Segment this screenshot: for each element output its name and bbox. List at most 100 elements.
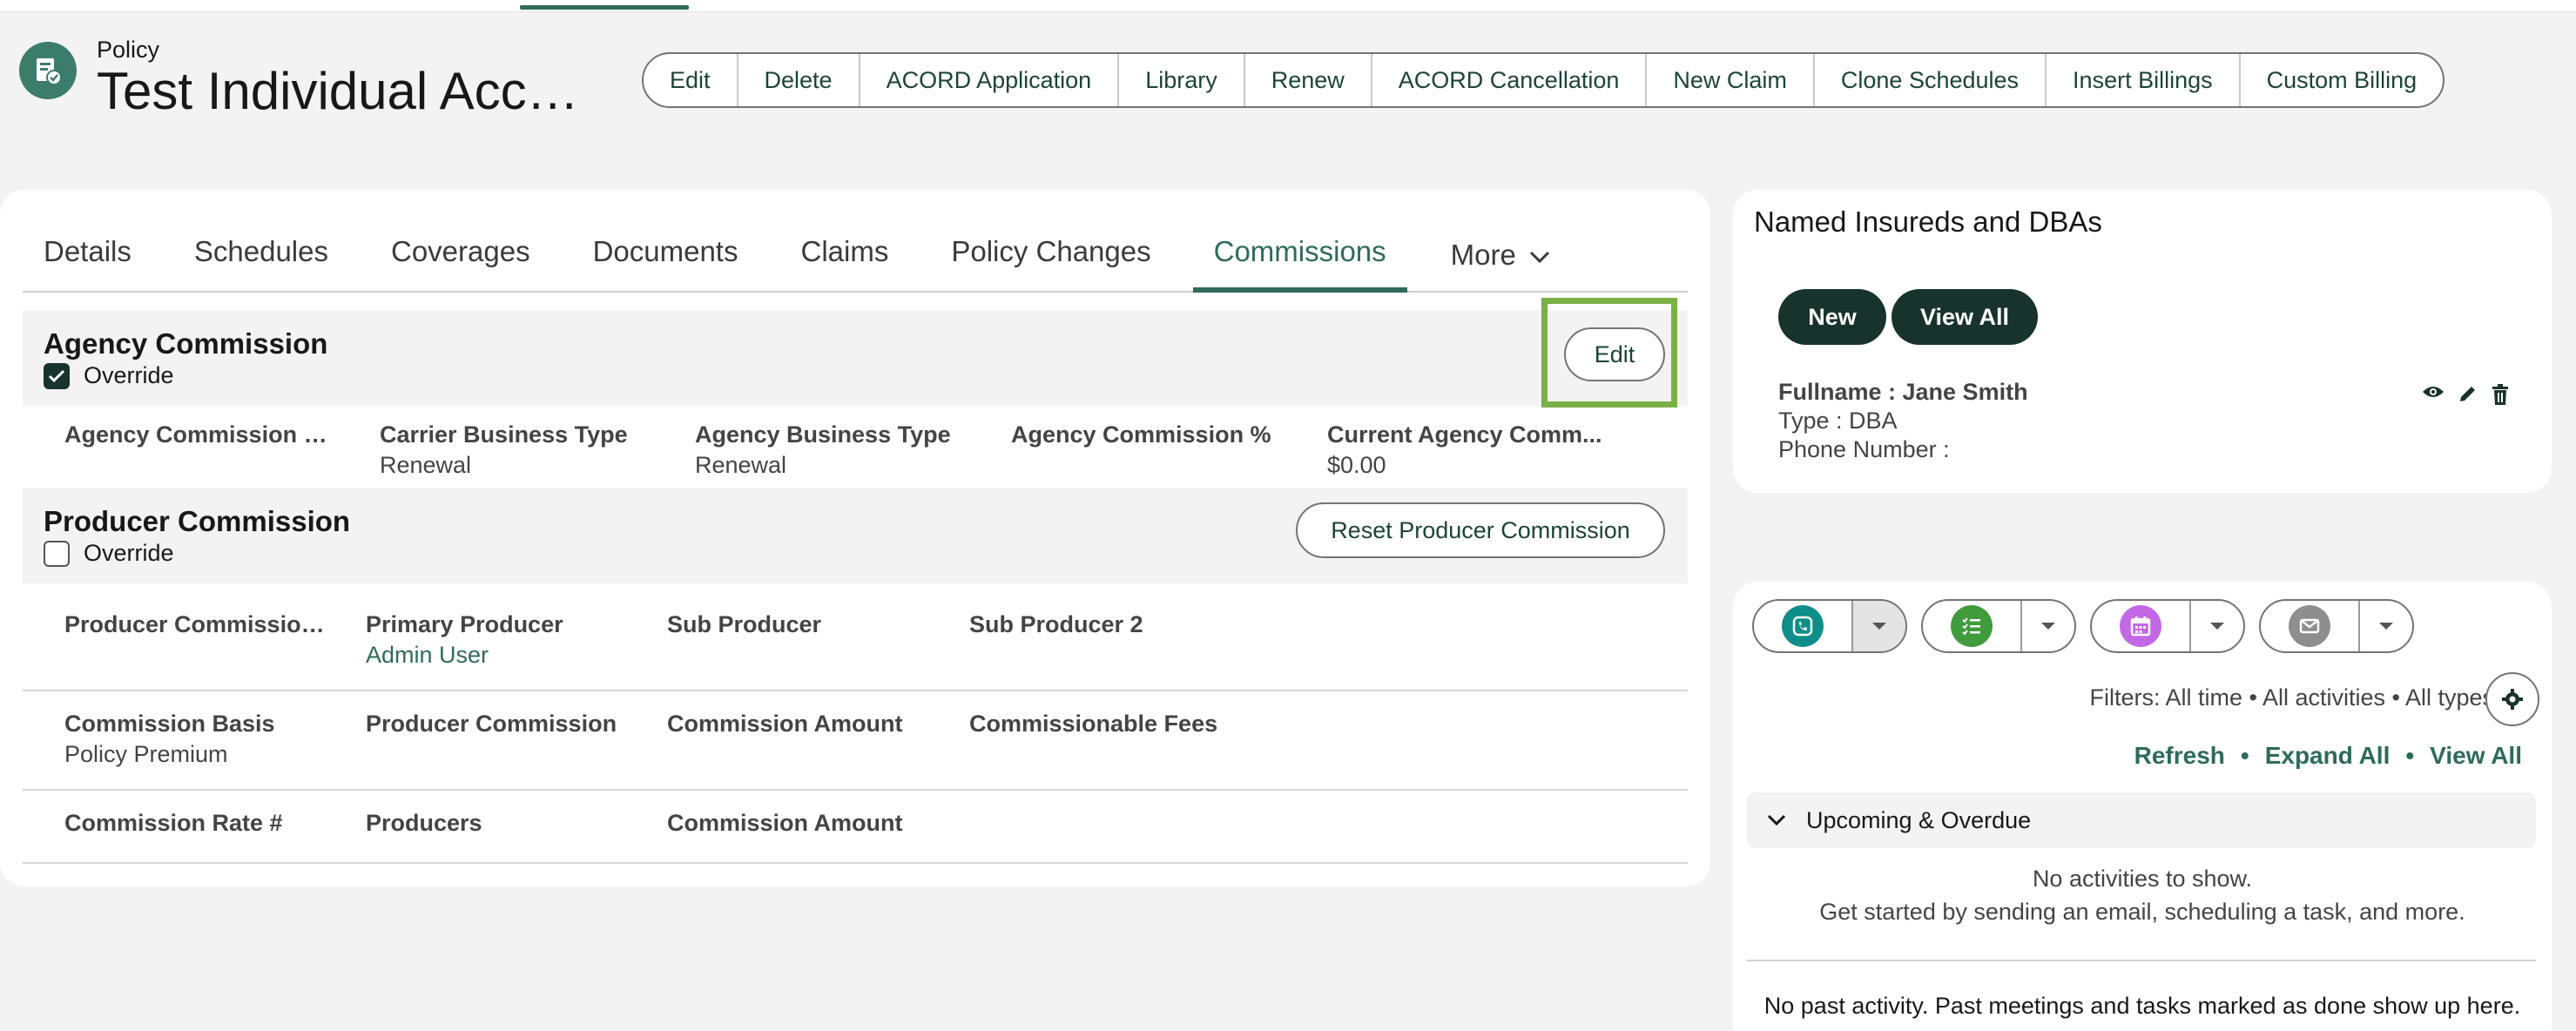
log-call-button[interactable] xyxy=(1754,601,1851,651)
tab-details[interactable]: Details xyxy=(23,221,152,291)
tab-more[interactable]: More xyxy=(1407,221,1572,291)
field-agency-commission-percent: Agency Commission % xyxy=(1011,421,1298,448)
field-producers: Producers xyxy=(366,810,653,837)
expand-all-link[interactable]: Expand All xyxy=(2265,742,2391,770)
new-claim-button[interactable]: New Claim xyxy=(1647,54,1815,106)
caret-down-icon xyxy=(1872,623,1886,630)
delete-button[interactable]: Delete xyxy=(738,54,860,106)
insured-type: Type : DBA xyxy=(1778,408,1898,434)
field-label: Agency Commission % xyxy=(1011,421,1271,448)
email-dropdown[interactable] xyxy=(2358,601,2412,651)
library-button[interactable]: Library xyxy=(1119,54,1245,106)
new-task-dropdown[interactable] xyxy=(2020,601,2074,651)
agency-override-row: Override xyxy=(44,362,174,389)
renew-button[interactable]: Renew xyxy=(1245,54,1372,106)
record-actions xyxy=(2421,383,2510,406)
field-label: Producer Commission ... xyxy=(64,611,336,637)
activity-settings-button[interactable] xyxy=(2485,672,2539,726)
activity-links: Refresh • Expand All • View All xyxy=(2134,742,2522,770)
acord-application-button[interactable]: ACORD Application xyxy=(860,54,1120,106)
page-title: Test Individual Accoun... xyxy=(97,62,602,120)
field-commissionable-fees: Commissionable Fees xyxy=(969,711,1257,738)
acord-cancellation-button[interactable]: ACORD Cancellation xyxy=(1372,54,1648,106)
reset-producer-commission-button[interactable]: Reset Producer Commission xyxy=(1296,502,1665,558)
caret-down-icon xyxy=(2210,623,2224,630)
field-label: Commission Rate # xyxy=(64,810,283,836)
agency-commission-title: Agency Commission xyxy=(44,327,328,360)
new-insured-button[interactable]: New xyxy=(1778,289,1886,345)
primary-producer-link[interactable]: Admin User xyxy=(366,642,653,669)
field-producer-commission: Producer Commission ... xyxy=(64,611,336,638)
field-commission-rate: Commission Rate # xyxy=(64,810,352,837)
producer-commission-title: Producer Commission xyxy=(44,505,351,537)
main-record-card: Details Schedules Coverages Documents Cl… xyxy=(0,190,1710,886)
tab-coverages[interactable]: Coverages xyxy=(349,221,551,291)
email-icon xyxy=(2289,605,2330,647)
producer-override-row: Override xyxy=(44,540,174,567)
field-label: Agency Commission R... xyxy=(64,421,334,448)
new-task-button[interactable] xyxy=(1923,601,2020,651)
top-strip xyxy=(0,0,2576,12)
tab-schedules[interactable]: Schedules xyxy=(152,221,349,291)
agency-edit-button[interactable]: Edit xyxy=(1564,327,1665,381)
field-commission-amount-2: Commission Amount xyxy=(667,810,954,837)
field-label: Commission Amount xyxy=(667,711,903,737)
field-value: Renewal xyxy=(695,452,787,478)
insured-fullname: Fullname : Jane Smith xyxy=(1778,379,2028,405)
email-button[interactable] xyxy=(2261,601,2358,651)
view-all-activity-link[interactable]: View All xyxy=(2430,742,2522,770)
activity-divider xyxy=(1747,960,2536,961)
header-action-group: Edit Delete ACORD Application Library Re… xyxy=(642,52,2445,108)
custom-billing-button[interactable]: Custom Billing xyxy=(2241,54,2444,106)
view-eye-icon[interactable] xyxy=(2421,383,2445,406)
no-activities-hint: Get started by sending an email, schedul… xyxy=(1819,899,2465,925)
producer-override-checkbox[interactable] xyxy=(44,540,70,567)
insured-phone: Phone Number : xyxy=(1778,436,1950,462)
trash-icon[interactable] xyxy=(2491,383,2510,406)
field-producer-commission-2: Producer Commission xyxy=(366,711,653,738)
named-insureds-card: Named Insureds and DBAs New View All Ful… xyxy=(1733,190,2552,493)
field-label: Producers xyxy=(366,810,482,836)
insert-billings-button[interactable]: Insert Billings xyxy=(2047,54,2241,106)
tab-claims[interactable]: Claims xyxy=(759,221,909,291)
object-type-label: Policy xyxy=(97,37,160,63)
tab-documents[interactable]: Documents xyxy=(551,221,759,291)
field-sub-producer-2: Sub Producer 2 xyxy=(969,611,1257,638)
upcoming-overdue-toggle[interactable]: Upcoming & Overdue xyxy=(1747,792,2536,848)
active-nav-indicator xyxy=(520,5,689,10)
log-call-split-button xyxy=(1752,599,1907,653)
checkmark-icon xyxy=(48,369,65,382)
field-label: Agency Business Type xyxy=(695,421,951,448)
field-label: Current Agency Comm... xyxy=(1327,421,1602,448)
caret-down-icon xyxy=(2379,623,2393,630)
tab-commissions[interactable]: Commissions xyxy=(1192,221,1407,293)
activity-card: Filters: All time • All activities • All… xyxy=(1733,582,2552,1031)
edit-pencil-icon[interactable] xyxy=(2458,383,2478,406)
activity-filters: Filters: All time • All activities • All… xyxy=(2089,684,2494,711)
new-task-split-button xyxy=(1921,599,2076,653)
separator-dot: • xyxy=(2240,742,2249,769)
agency-commission-header: Agency Commission Override xyxy=(23,310,1688,406)
calendar-icon xyxy=(2120,605,2161,647)
email-split-button xyxy=(2259,599,2414,653)
field-label: Carrier Business Type xyxy=(380,421,628,448)
new-event-dropdown[interactable] xyxy=(2189,601,2243,651)
view-all-insureds-button[interactable]: View All xyxy=(1892,289,2038,345)
new-event-button[interactable] xyxy=(2092,601,2189,651)
record-tabs: Details Schedules Coverages Documents Cl… xyxy=(23,221,1688,293)
no-activities-message: No activities to show. xyxy=(2032,866,2253,892)
field-sub-producer: Sub Producer xyxy=(667,611,954,638)
agency-override-label: Override xyxy=(84,362,174,388)
row-divider xyxy=(23,690,1688,691)
agency-override-checkbox[interactable] xyxy=(44,362,70,389)
clone-schedules-button[interactable]: Clone Schedules xyxy=(1815,54,2047,106)
field-label: Commission Basis xyxy=(64,711,275,737)
edit-button[interactable]: Edit xyxy=(644,54,738,106)
field-commission-amount: Commission Amount xyxy=(667,711,954,738)
no-past-activity-message: No past activity. Past meetings and task… xyxy=(1763,993,2521,1019)
log-call-dropdown[interactable] xyxy=(1851,601,1905,651)
tab-policy-changes[interactable]: Policy Changes xyxy=(909,221,1171,291)
field-carrier-business-type: Carrier Business Type Renewal xyxy=(380,421,667,479)
field-label: Commission Amount xyxy=(667,810,903,836)
refresh-link[interactable]: Refresh xyxy=(2134,742,2225,770)
